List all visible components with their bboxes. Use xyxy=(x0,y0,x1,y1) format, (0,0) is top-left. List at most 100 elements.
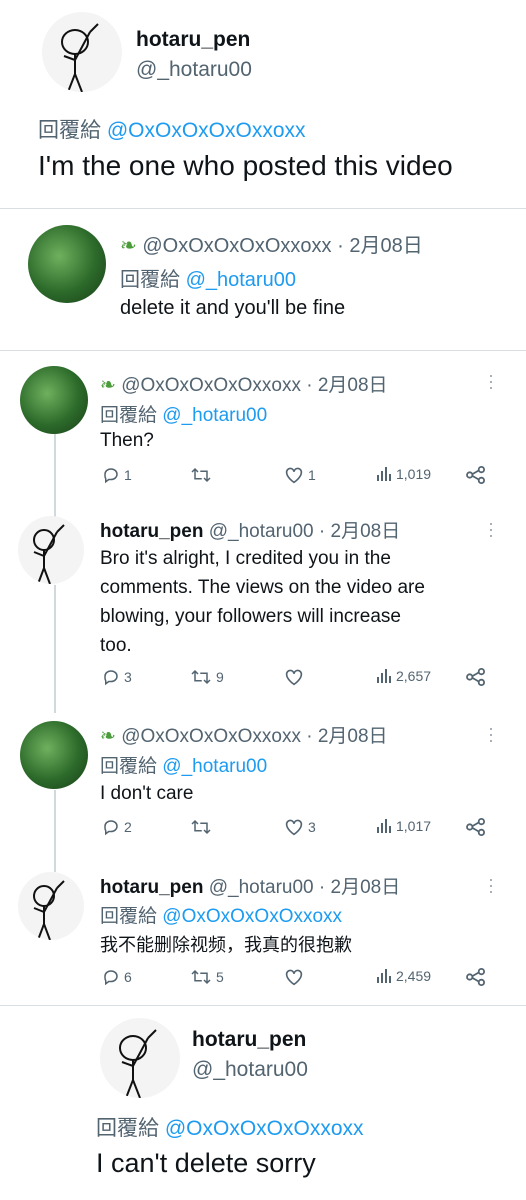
stick-figure-avatar[interactable] xyxy=(18,872,84,940)
tweet-text: delete it and you'll be fine xyxy=(120,297,346,319)
retweet-button[interactable] xyxy=(190,818,216,836)
thread-tweet[interactable]: ❧ @OxOxOxOxOxxoxx · 2月08日 · · · 回覆給 @_hota… xyxy=(0,715,526,855)
reply-button[interactable]: 3 xyxy=(102,668,132,686)
quoted-reply[interactable]: ❧ @OxOxOxOxOxxoxx · 2月08日 回覆給 @_hotaru00… xyxy=(0,209,526,349)
like-count: 1 xyxy=(308,467,316,483)
timestamp[interactable]: 2月08日 xyxy=(331,877,401,898)
like-icon xyxy=(284,818,304,836)
author-name[interactable]: hotaru_pen xyxy=(100,877,203,898)
separator: · xyxy=(337,235,344,257)
views-count: 2,657 xyxy=(396,668,432,684)
views-button[interactable]: 1,019 xyxy=(376,466,431,482)
separator: · xyxy=(318,877,326,898)
views-icon xyxy=(376,466,392,482)
reply-icon xyxy=(102,968,120,986)
reply-button[interactable]: 6 xyxy=(102,968,132,986)
stick-figure-avatar[interactable] xyxy=(42,12,122,92)
leaf-avatar[interactable] xyxy=(20,721,88,789)
share-button[interactable] xyxy=(466,818,486,836)
like-icon xyxy=(284,668,304,686)
views-button[interactable]: 2,657 xyxy=(376,668,431,684)
views-button[interactable]: 2,459 xyxy=(376,968,431,984)
tweet-header: ❧ @OxOxOxOxOxxoxx · 2月08日 xyxy=(100,721,388,748)
timestamp[interactable]: 2月08日 xyxy=(349,235,422,257)
share-button[interactable] xyxy=(466,668,486,686)
reply-count: 3 xyxy=(124,669,132,685)
timestamp[interactable]: 2月08日 xyxy=(331,521,401,542)
author-handle[interactable]: @_hotaru00 xyxy=(136,58,252,82)
author-handle[interactable]: @_hotaru00 xyxy=(209,521,314,542)
leaf-icon: ❧ xyxy=(100,375,116,396)
author-name[interactable]: hotaru_pen xyxy=(100,521,203,542)
stick-figure-icon xyxy=(61,23,99,92)
leaf-avatar[interactable] xyxy=(20,366,88,434)
reply-to-link[interactable]: @_hotaru00 xyxy=(162,756,267,777)
retweet-button[interactable]: 9 xyxy=(190,668,224,686)
views-button[interactable]: 1,017 xyxy=(376,818,431,834)
text-line: blowing, your followers will increase xyxy=(100,606,401,627)
like-button[interactable] xyxy=(284,668,308,686)
timestamp[interactable]: 2月08日 xyxy=(318,726,388,747)
divider xyxy=(0,350,526,351)
thread-tweet[interactable]: hotaru_pen @_hotaru00 · 2月08日 · · · 回覆給 @O… xyxy=(0,868,526,1003)
bottom-post: hotaru_pen @_hotaru00 回覆給 @OxOxOxOxOxxox… xyxy=(0,1006,526,1200)
like-icon xyxy=(284,466,304,484)
tweet-text: Then? xyxy=(100,430,154,451)
leaf-avatar[interactable] xyxy=(28,225,106,303)
separator: · xyxy=(318,521,326,542)
author-handle[interactable]: @_hotaru00 xyxy=(192,1058,308,1082)
reply-prefix: 回覆給 xyxy=(120,269,180,291)
reply-prefix: 回覆給 xyxy=(100,405,158,426)
share-button[interactable] xyxy=(466,466,486,484)
share-button[interactable] xyxy=(466,968,486,986)
author-name[interactable]: hotaru_pen xyxy=(136,28,250,52)
like-button[interactable] xyxy=(284,968,308,986)
more-options-icon[interactable]: · · · xyxy=(488,514,494,544)
reply-to-link[interactable]: @_hotaru00 xyxy=(186,269,296,291)
stick-figure-icon xyxy=(33,524,65,584)
retweet-button[interactable]: 5 xyxy=(190,968,224,986)
post-text: I can't delete sorry xyxy=(96,1148,316,1178)
author-handle[interactable]: @OxOxOxOxOxxoxx xyxy=(121,375,301,396)
reply-prefix: 回覆給 xyxy=(38,119,101,142)
like-button[interactable]: 3 xyxy=(284,818,316,836)
top-post: hotaru_pen @_hotaru00 回覆給 @OxOxOxOxOxxox… xyxy=(0,0,526,205)
more-options-icon[interactable]: · · · xyxy=(488,870,494,900)
post-text: I'm the one who posted this video xyxy=(38,150,453,181)
stick-figure-avatar[interactable] xyxy=(100,1018,180,1098)
reply-to-link[interactable]: @OxOxOxOxOxxoxx xyxy=(107,119,306,142)
reply-to-link[interactable]: @OxOxOxOxOxxoxx xyxy=(165,1117,364,1140)
separator: · xyxy=(306,726,313,747)
views-count: 2,459 xyxy=(396,968,432,984)
thread-tweet[interactable]: ❧ @OxOxOxOxOxxoxx · 2月08日 · · · 回覆給 @_hota… xyxy=(0,360,526,500)
views-count: 1,017 xyxy=(396,818,432,834)
share-icon xyxy=(466,668,486,686)
views-icon xyxy=(376,818,392,834)
leaf-icon: ❧ xyxy=(120,235,137,257)
more-options-icon[interactable]: · · · xyxy=(488,719,494,749)
reply-context: 回覆給 @OxOxOxOxOxxoxx xyxy=(38,114,306,144)
more-options-icon[interactable]: · · · xyxy=(488,366,494,396)
retweet-button[interactable] xyxy=(190,466,216,484)
reply-icon xyxy=(102,818,120,836)
timestamp[interactable]: 2月08日 xyxy=(318,375,388,396)
stick-figure-avatar[interactable] xyxy=(18,516,84,584)
share-icon xyxy=(466,466,486,484)
author-handle[interactable]: @OxOxOxOxOxxoxx xyxy=(142,235,331,257)
reply-context: 回覆給 @OxOxOxOxOxxoxx xyxy=(96,1112,364,1142)
author-handle[interactable]: @_hotaru00 xyxy=(209,877,314,898)
reply-button[interactable]: 2 xyxy=(102,818,132,836)
like-button[interactable]: 1 xyxy=(284,466,316,484)
reply-prefix: 回覆給 xyxy=(100,756,158,777)
reply-to-link[interactable]: @OxOxOxOxOxxoxx xyxy=(162,906,342,927)
thread-tweet[interactable]: hotaru_pen @_hotaru00 · 2月08日 · · · Bro it… xyxy=(0,510,526,695)
reply-context: 回覆給 @_hotaru00 xyxy=(120,263,296,292)
reply-button[interactable]: 1 xyxy=(102,466,132,484)
like-count: 3 xyxy=(308,819,316,835)
author-handle[interactable]: @OxOxOxOxOxxoxx xyxy=(121,726,301,747)
reply-to-link[interactable]: @_hotaru00 xyxy=(162,405,267,426)
reply-icon xyxy=(102,466,120,484)
text-line: comments. The views on the video are xyxy=(100,577,425,598)
author-name[interactable]: hotaru_pen xyxy=(192,1028,306,1052)
leaf-icon: ❧ xyxy=(100,726,116,747)
